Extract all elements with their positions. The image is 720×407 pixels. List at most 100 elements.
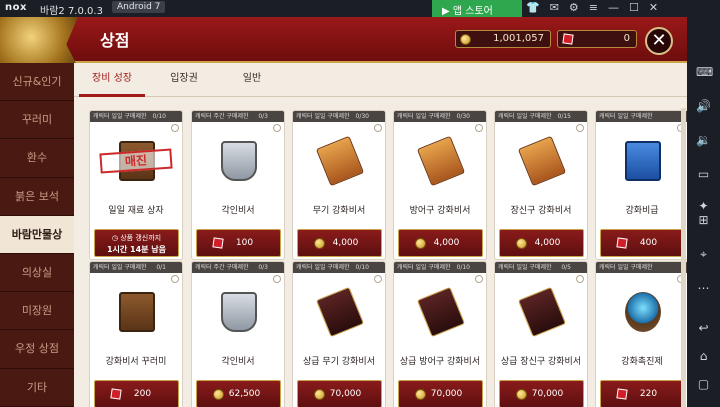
maximize-icon[interactable]: ☐: [629, 1, 639, 14]
item-price: 200: [133, 389, 152, 399]
buy-button[interactable]: 70,000: [297, 380, 382, 407]
magnify-icon[interactable]: [171, 124, 179, 132]
refresh-timer-button[interactable]: ◷ 상품 갱신까지 1시간 14분 남음: [94, 229, 179, 257]
item-card[interactable]: 캐릭터 주간 구매제한 0/3 각인비서 62,500: [191, 261, 285, 407]
category-general-store[interactable]: 바람만물상: [0, 215, 74, 254]
category-hair-salon[interactable]: 미장원: [0, 292, 74, 331]
gold-coin-icon: [415, 389, 426, 400]
category-pets[interactable]: 환수: [0, 139, 74, 178]
volume-down-icon[interactable]: 🔉: [696, 133, 711, 148]
buy-button[interactable]: 200: [94, 380, 179, 407]
item-card[interactable]: 캐릭터 일일 구매제한 0/1 강화비서 꾸러미 200: [89, 261, 183, 407]
item-card[interactable]: 캐릭터 일일 구매제한 강화촉진제 220: [595, 261, 689, 407]
app-store-button[interactable]: ▶ 앱 스토어: [432, 0, 522, 17]
gear-icon[interactable]: ⚙: [569, 1, 579, 14]
magnify-icon[interactable]: [576, 124, 584, 132]
item-card[interactable]: 캐릭터 일일 구매제한 강화비급 400: [595, 110, 689, 260]
ruby-icon: [616, 237, 628, 249]
ruby-icon: [616, 388, 628, 400]
volume-up-icon[interactable]: 🔊: [696, 99, 711, 114]
item-price: 4,000: [332, 238, 359, 248]
purchase-limit-count: 0/10: [355, 264, 369, 271]
item-name: 상급 방어구 강화비서: [399, 357, 481, 367]
ruby-icon: [562, 33, 574, 45]
buy-button[interactable]: 62,500: [196, 380, 281, 407]
item-card[interactable]: 캐릭터 일일 구매제한 0/15 장신구 강화비서 4,000: [494, 110, 588, 260]
sold-out-stamp: 매진: [99, 148, 173, 174]
minimize-icon[interactable]: —: [608, 1, 619, 14]
purchase-limit-count: 0/10: [456, 264, 470, 271]
category-costumes[interactable]: 의상실: [0, 254, 74, 293]
buy-button[interactable]: 4,000: [398, 229, 483, 257]
screen: nox 바람2 7.0.0.3 Android 7 ▶ 앱 스토어 👕 ✉ ⚙ …: [0, 0, 720, 407]
clock-icon: ◷: [111, 234, 121, 242]
ruby-amount: 0: [623, 33, 630, 44]
category-red-gems[interactable]: 붉은 보석: [0, 178, 74, 216]
magnify-icon[interactable]: [171, 275, 179, 283]
home-icon[interactable]: ⌂: [696, 349, 711, 364]
purchase-limit-count: 0/15: [557, 113, 571, 120]
magnify-icon[interactable]: [475, 124, 483, 132]
item-name: 방어구 강화비서: [409, 206, 471, 216]
gold-amount: 1,001,057: [493, 33, 544, 44]
item-name: 강화비서 꾸러미: [105, 357, 167, 367]
category-friendship-shop[interactable]: 우정 상점: [0, 330, 74, 369]
shake-icon[interactable]: ✦: [696, 199, 711, 214]
add-apk-icon[interactable]: ⊞: [696, 213, 711, 228]
purchase-limit-label: 캐릭터 일일 구매제한 0/10: [394, 262, 486, 273]
buy-button[interactable]: 70,000: [499, 380, 584, 407]
purchase-limit-count: 0/10: [152, 113, 166, 120]
keyboard-icon[interactable]: ⌨: [696, 65, 713, 80]
buy-button[interactable]: 100: [196, 229, 281, 257]
category-bundles[interactable]: 꾸러미: [0, 101, 74, 140]
close-icon[interactable]: ✕: [649, 1, 658, 14]
item-card[interactable]: 캐릭터 일일 구매제한 0/30 방어구 강화비서 4,000: [393, 110, 487, 260]
item-price: 62,500: [228, 389, 261, 399]
purchase-limit-label: 캐릭터 일일 구매제한 0/30: [293, 111, 385, 122]
purchase-limit-count: 0/30: [456, 113, 470, 120]
item-name: 상급 장신구 강화비서: [500, 357, 582, 367]
item-image: [119, 292, 155, 332]
tab-equipment-growth[interactable]: 장비 성장: [79, 63, 145, 97]
magnify-icon[interactable]: [475, 275, 483, 283]
item-name: 무기 강화비서: [312, 206, 366, 216]
grid-scrollbar[interactable]: [681, 108, 686, 407]
item-name: 각인비서: [221, 357, 255, 367]
back-icon[interactable]: ↩: [696, 321, 711, 336]
magnify-icon[interactable]: [273, 275, 281, 283]
item-price: 70,000: [329, 389, 362, 399]
tab-general[interactable]: 일반: [232, 63, 272, 97]
category-other[interactable]: 기타: [0, 369, 74, 407]
buy-button[interactable]: 400: [600, 229, 685, 257]
tab-tickets[interactable]: 입장권: [159, 63, 209, 97]
category-new-popular[interactable]: 신규&인기: [0, 63, 74, 102]
shirt-icon[interactable]: 👕: [526, 1, 540, 14]
item-card[interactable]: 캐릭터 일일 구매제한 0/10 상급 무기 강화비서 70,000: [292, 261, 386, 407]
item-card[interactable]: 캐릭터 일일 구매제한 0/5 상급 장신구 강화비서 70,000: [494, 261, 588, 407]
buy-button[interactable]: 4,000: [499, 229, 584, 257]
magnify-icon[interactable]: [576, 275, 584, 283]
item-card[interactable]: 캐릭터 주간 구매제한 0/3 각인비서 100: [191, 110, 285, 260]
more-icon[interactable]: ⋯: [696, 281, 711, 296]
menu-icon[interactable]: ≡: [589, 1, 598, 14]
item-card[interactable]: 캐릭터 일일 구매제한 0/10 매진 일일 재료 상자 ◷ 상품 갱신까지 1시간 14…: [89, 110, 183, 260]
item-image: [517, 286, 567, 338]
buy-button[interactable]: 70,000: [398, 380, 483, 407]
buy-button[interactable]: 4,000: [297, 229, 382, 257]
item-card[interactable]: 캐릭터 일일 구매제한 0/10 상급 방어구 강화비서 70,000: [393, 261, 487, 407]
magnify-icon[interactable]: [273, 124, 281, 132]
purchase-limit-label: 캐릭터 일일 구매제한: [596, 262, 688, 273]
refresh-label: 상품 갱신까지: [120, 234, 162, 242]
magnify-icon[interactable]: [374, 124, 382, 132]
buy-button[interactable]: 220: [600, 380, 685, 407]
location-icon[interactable]: ⌖: [696, 247, 711, 262]
item-card[interactable]: 캐릭터 일일 구매제한 0/30 무기 강화비서 4,000: [292, 110, 386, 260]
shop-close-button[interactable]: ✕: [645, 27, 673, 55]
item-name: 일일 재료 상자: [108, 206, 164, 216]
magnify-icon[interactable]: [374, 275, 382, 283]
ruby-icon: [110, 388, 122, 400]
play-icon: ▶: [442, 6, 453, 17]
mail-icon[interactable]: ✉: [550, 1, 559, 14]
recent-apps-icon[interactable]: ▢: [696, 377, 711, 392]
screen-icon[interactable]: ▭: [696, 167, 711, 182]
